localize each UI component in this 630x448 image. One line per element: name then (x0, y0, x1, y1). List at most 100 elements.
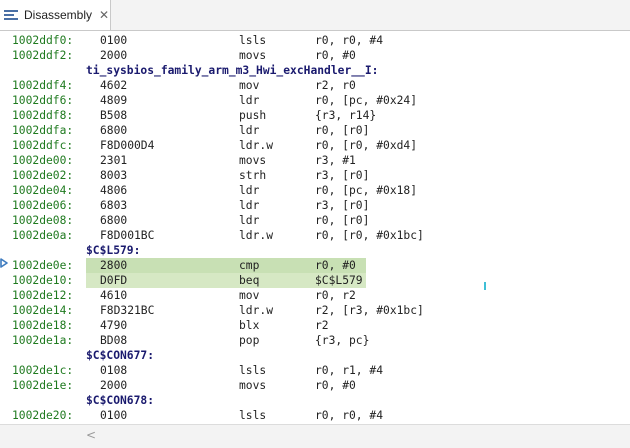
program-counter-arrow-icon (0, 258, 8, 268)
disassembly-label-line[interactable]: $C$CON677: (0, 348, 630, 363)
disassembly-label-line[interactable]: $C$L579: (0, 243, 630, 258)
mnemonic: strh (239, 169, 267, 182)
address: 1002de20: (12, 409, 74, 422)
disassembly-line[interactable]: 1002de04: 4806 ldr r0, [pc, #0x18] (0, 183, 630, 198)
address: 1002ddfa: (12, 124, 74, 137)
mnemonic: ldr (239, 214, 260, 227)
operands: r0, r1, #4 (315, 364, 384, 377)
address: 1002de1e: (12, 379, 74, 392)
mnemonic: ldr (239, 199, 260, 212)
disassembly-line[interactable]: 1002de18: 4790 blx r2 (0, 318, 630, 333)
operands: r0, [r0] (315, 124, 370, 137)
opcode: 2301 (100, 154, 128, 167)
disassembly-line[interactable]: 1002ddf4: 4602 mov r2, r0 (0, 78, 630, 93)
opcode: F8D321BC (100, 304, 155, 317)
operands: r0, #0 (315, 379, 356, 392)
disassembly-line[interactable]: 1002de08: 6800 ldr r0, [r0] (0, 213, 630, 228)
text-cursor (484, 282, 486, 290)
operands: r2 (315, 319, 329, 332)
mnemonic: beq (239, 274, 260, 287)
operands: $C$L579 (315, 274, 363, 287)
operands: r0, [r0, #0x1bc] (315, 229, 424, 242)
opcode: 0100 (100, 409, 128, 422)
address: 1002ddf0: (12, 34, 74, 47)
opcode: 4790 (100, 319, 128, 332)
address: 1002ddfc: (12, 139, 74, 152)
mnemonic: movs (239, 154, 267, 167)
address: 1002de02: (12, 169, 74, 182)
disassembly-line[interactable]: 1002ddfa: 6800 ldr r0, [r0] (0, 123, 630, 138)
opcode: 4602 (100, 79, 128, 92)
disassembly-line[interactable]: 1002de0e: 2800 cmp r0, #0 (0, 258, 630, 273)
address: 1002de1a: (12, 334, 74, 347)
disassembly-line[interactable]: 1002ddf8: B508 push {r3, r14} (0, 108, 630, 123)
address: 1002de04: (12, 184, 74, 197)
mnemonic: movs (239, 379, 267, 392)
disassembly-label-line[interactable]: $C$CON678: (0, 393, 630, 408)
tab-disassembly[interactable]: Disassembly ✕ (0, 0, 111, 30)
mnemonic: ldr.w (239, 139, 274, 152)
disassembly-line[interactable]: 1002de1e: 2000 movs r0, #0 (0, 378, 630, 393)
address: 1002de00: (12, 154, 74, 167)
opcode: 6800 (100, 214, 128, 227)
disassembly-line[interactable]: 1002ddf0: 0100 lsls r0, r0, #4 (0, 33, 630, 48)
operands: r3, [r0] (315, 199, 370, 212)
operands: r3, #1 (315, 154, 356, 167)
disassembly-line[interactable]: 1002de1a: BD08 pop {r3, pc} (0, 333, 630, 348)
disassembly-line[interactable]: 1002de1c: 0108 lsls r0, r1, #4 (0, 363, 630, 378)
operands: r2, r0 (315, 79, 356, 92)
mnemonic: cmp (239, 259, 260, 272)
mnemonic: ldr.w (239, 304, 274, 317)
disassembly-editor[interactable]: 1002ddf0: 0100 lsls r0, r0, #4 1002ddf2: 2000… (0, 31, 630, 424)
mnemonic: mov (239, 289, 260, 302)
disassembly-line[interactable]: 1002de14: F8D321BC ldr.w r2, [r3, #0x1bc] (0, 303, 630, 318)
disassembly-line[interactable]: 1002ddfc: F8D000D4 ldr.w r0, [r0, #0xd4] (0, 138, 630, 153)
operands: r0, [r0] (315, 214, 370, 227)
disassembly-line[interactable]: 1002ddf6: 4809 ldr r0, [pc, #0x24] (0, 93, 630, 108)
opcode: 2800 (100, 259, 128, 272)
operands: {r3, r14} (315, 109, 377, 122)
operands: r0, [pc, #0x18] (315, 184, 418, 197)
opcode: 6803 (100, 199, 128, 212)
opcode: 2000 (100, 379, 128, 392)
disassembly-line[interactable]: 1002de00: 2301 movs r3, #1 (0, 153, 630, 168)
opcode: 2000 (100, 49, 128, 62)
scroll-left-arrow-icon[interactable]: < (86, 428, 96, 442)
operands: r2, [r3, #0x1bc] (315, 304, 424, 317)
disassembly-label-line[interactable]: ti_sysbios_family_arm_m3_Hwi_excHandler_… (0, 63, 630, 78)
mnemonic: ldr (239, 124, 260, 137)
address: 1002de18: (12, 319, 74, 332)
address: 1002ddf6: (12, 94, 74, 107)
label-text: $C$L579: (86, 244, 141, 257)
operands: r0, [pc, #0x24] (315, 94, 418, 107)
disassembly-line[interactable]: 1002de10: D0FD beq $C$L579 (0, 273, 630, 288)
operands: r3, [r0] (315, 169, 370, 182)
address: 1002ddf8: (12, 109, 74, 122)
mnemonic: ldr (239, 94, 260, 107)
close-icon[interactable]: ✕ (99, 8, 109, 22)
opcode: F8D001BC (100, 229, 155, 242)
horizontal-scrollbar[interactable]: < (0, 424, 630, 448)
disassembly-line[interactable]: 1002de06: 6803 ldr r3, [r0] (0, 198, 630, 213)
disassembly-line[interactable]: 1002de12: 4610 mov r0, r2 (0, 288, 630, 303)
address: 1002de12: (12, 289, 74, 302)
disassembly-line[interactable]: 1002de02: 8003 strh r3, [r0] (0, 168, 630, 183)
opcode: 4809 (100, 94, 128, 107)
address: 1002de06: (12, 199, 74, 212)
label-text: ti_sysbios_family_arm_m3_Hwi_excHandler_… (86, 64, 379, 77)
disassembly-view-icon (4, 9, 20, 21)
mnemonic: lsls (239, 409, 267, 422)
disassembly-line[interactable]: 1002ddf2: 2000 movs r0, #0 (0, 48, 630, 63)
opcode: F8D000D4 (100, 139, 155, 152)
disassembly-line[interactable]: 1002de0a: F8D001BC ldr.w r0, [r0, #0x1bc] (0, 228, 630, 243)
label-text: $C$CON678: (86, 394, 155, 407)
disassembly-line[interactable]: 1002de20: 0100 lsls r0, r0, #4 (0, 408, 630, 423)
opcode: 4806 (100, 184, 128, 197)
mnemonic: lsls (239, 34, 267, 47)
address: 1002ddf4: (12, 79, 74, 92)
mnemonic: pop (239, 334, 260, 347)
mnemonic: lsls (239, 364, 267, 377)
tab-bar: Disassembly ✕ (0, 0, 630, 31)
address: 1002de0a: (12, 229, 74, 242)
operands: r0, #0 (315, 259, 356, 272)
